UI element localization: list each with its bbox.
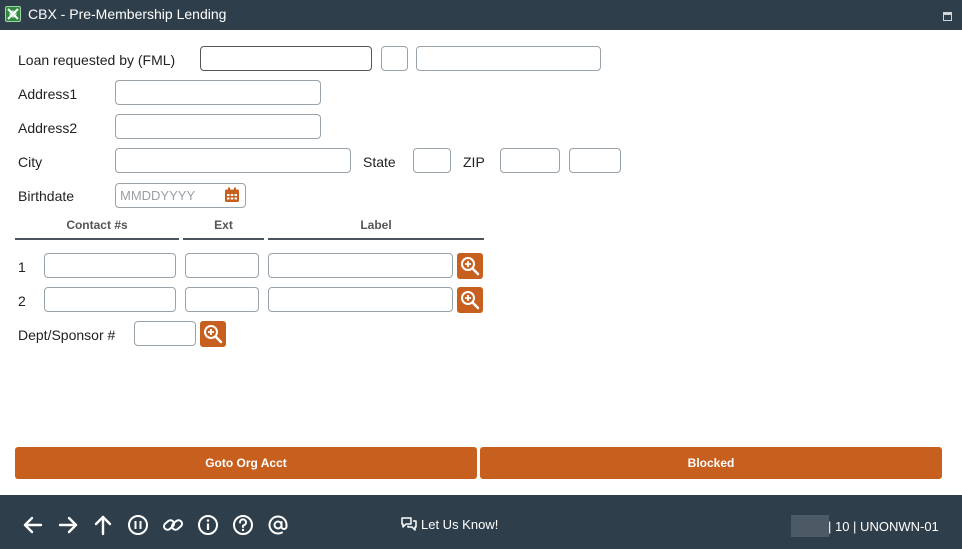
calendar-icon[interactable] bbox=[224, 187, 240, 203]
dept-sponsor-input[interactable] bbox=[134, 321, 196, 346]
middle-initial-input[interactable] bbox=[381, 46, 408, 71]
contact-label-input[interactable] bbox=[268, 287, 453, 312]
contact-number-input[interactable] bbox=[44, 287, 176, 312]
session-status: | 10 | UNONWN-01 bbox=[828, 519, 939, 534]
state-input[interactable] bbox=[413, 148, 451, 173]
window-title: CBX - Pre-Membership Lending bbox=[28, 6, 227, 22]
first-name-input[interactable] bbox=[200, 46, 372, 71]
zip-extension-input[interactable] bbox=[569, 148, 621, 173]
contact-row-index: 1 bbox=[18, 259, 26, 275]
city-label: City bbox=[18, 154, 43, 170]
address2-label: Address2 bbox=[18, 120, 78, 136]
form-panel: Loan requested by (FML) Address1 Address… bbox=[0, 30, 962, 495]
contact-label-lookup-button[interactable] bbox=[457, 253, 483, 279]
footer-toolbar: Let Us Know! | 10 | UNONWN-01 bbox=[0, 495, 962, 549]
help-icon[interactable] bbox=[232, 514, 254, 536]
app-logo-icon bbox=[5, 6, 21, 22]
city-input[interactable] bbox=[115, 148, 351, 173]
zip-label: ZIP bbox=[463, 154, 485, 170]
let-us-know-link[interactable]: Let Us Know! bbox=[400, 516, 498, 532]
goto-org-acct-button[interactable]: Goto Org Acct bbox=[15, 447, 477, 479]
zoom-in-icon bbox=[204, 325, 223, 344]
label-column-header: Label bbox=[360, 218, 392, 232]
label-column-divider bbox=[268, 238, 484, 240]
contact-row-index: 2 bbox=[18, 293, 26, 309]
link-icon[interactable] bbox=[162, 514, 184, 536]
info-icon[interactable] bbox=[197, 514, 219, 536]
let-us-know-label: Let Us Know! bbox=[421, 517, 499, 532]
address2-input[interactable] bbox=[115, 114, 321, 139]
state-label: State bbox=[363, 154, 396, 170]
zip-input[interactable] bbox=[500, 148, 560, 173]
user-avatar-block bbox=[791, 515, 829, 537]
contact-label-input[interactable] bbox=[268, 253, 453, 278]
contact-number-input[interactable] bbox=[44, 253, 176, 278]
address1-input[interactable] bbox=[115, 80, 321, 105]
ext-column-divider bbox=[183, 238, 264, 240]
dept-sponsor-label: Dept/Sponsor # bbox=[18, 327, 116, 343]
contact-ext-input[interactable] bbox=[185, 287, 259, 312]
dept-sponsor-lookup-button[interactable] bbox=[200, 321, 226, 347]
ext-column-header: Ext bbox=[214, 218, 233, 232]
birthdate-label: Birthdate bbox=[18, 188, 75, 204]
forward-arrow-icon[interactable] bbox=[57, 514, 79, 536]
maximize-icon[interactable] bbox=[943, 12, 952, 21]
zoom-in-icon bbox=[461, 257, 480, 276]
contact-column-header: Contact #s bbox=[66, 218, 128, 232]
contact-ext-input[interactable] bbox=[185, 253, 259, 278]
up-arrow-icon[interactable] bbox=[92, 514, 114, 536]
loan-requested-by-label: Loan requested by (FML) bbox=[18, 52, 176, 68]
contact-label-lookup-button[interactable] bbox=[457, 287, 483, 313]
back-arrow-icon[interactable] bbox=[22, 514, 44, 536]
title-bar: CBX - Pre-Membership Lending bbox=[0, 0, 962, 30]
chat-bubbles-icon bbox=[401, 517, 417, 531]
zoom-in-icon bbox=[461, 291, 480, 310]
blocked-button[interactable]: Blocked bbox=[480, 447, 942, 479]
at-sign-icon[interactable] bbox=[267, 514, 289, 536]
pause-icon[interactable] bbox=[127, 514, 149, 536]
contact-column-divider bbox=[15, 238, 179, 240]
address1-label: Address1 bbox=[18, 86, 78, 102]
last-name-input[interactable] bbox=[416, 46, 601, 71]
